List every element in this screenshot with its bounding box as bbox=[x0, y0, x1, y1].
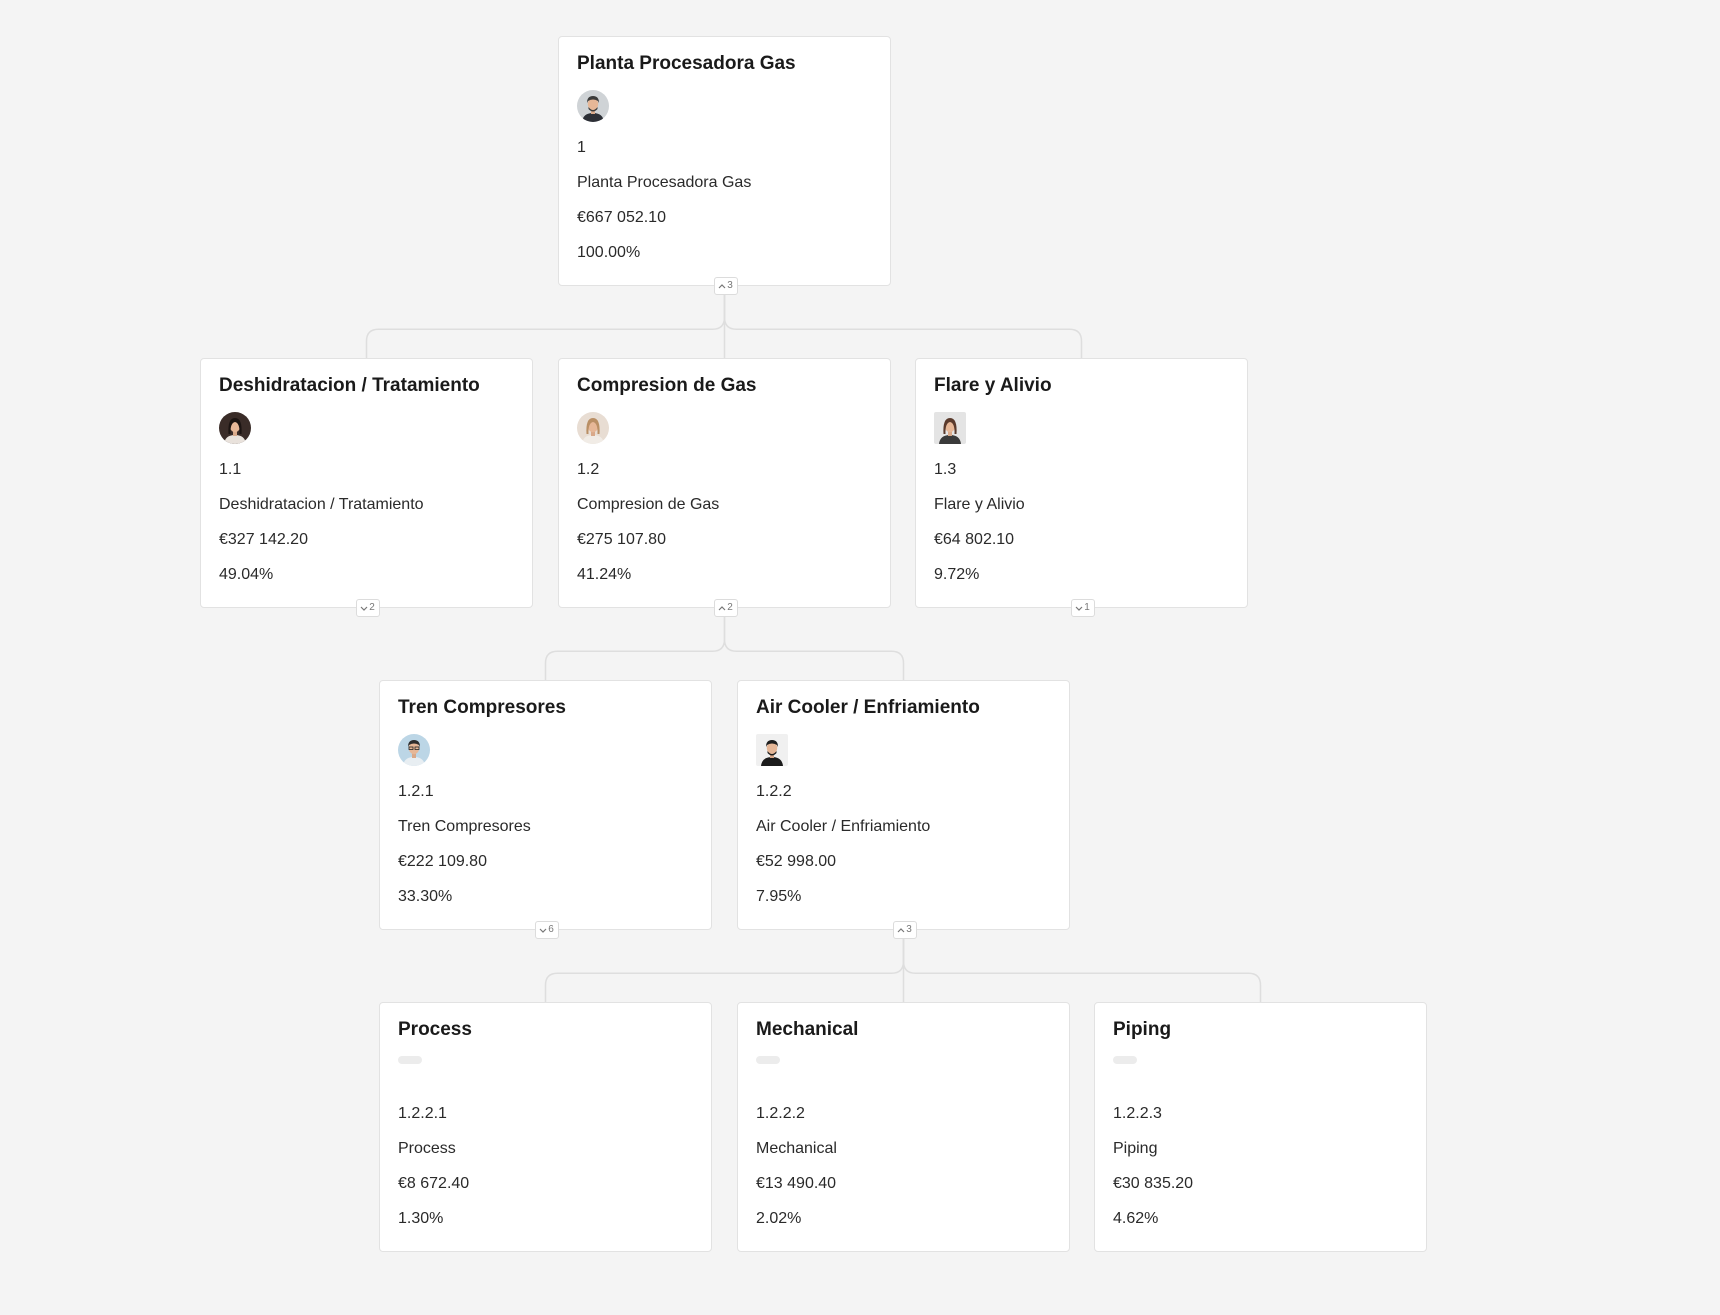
expand-collapse-toggle[interactable]: 3 bbox=[892, 921, 917, 939]
connector-line bbox=[365, 286, 726, 358]
node-code: 1.1 bbox=[219, 461, 242, 478]
node-percent: 1.30% bbox=[398, 1210, 444, 1227]
chevron-up-icon bbox=[718, 605, 726, 612]
node-title: Deshidratacion / Tratamiento bbox=[219, 375, 480, 396]
avatar bbox=[577, 412, 609, 444]
node-amount: €275 107.80 bbox=[577, 531, 666, 548]
node-name: Tren Compresores bbox=[398, 818, 531, 835]
node-percent: 49.04% bbox=[219, 566, 274, 583]
node-card[interactable]: Tren Compresores 1.2.1 Tren Compresores €22… bbox=[379, 680, 712, 939]
children-count: 1 bbox=[1084, 602, 1090, 613]
node-name: Air Cooler / Enfriamiento bbox=[756, 818, 931, 835]
node-code: 1.2.2 bbox=[756, 783, 792, 800]
node-code: 1.2.2.1 bbox=[398, 1105, 447, 1122]
node-card[interactable]: Deshidratacion / Tratamiento 1.1 Deshidrat… bbox=[200, 358, 533, 617]
node-title: Process bbox=[398, 1019, 472, 1040]
node-code: 1.2.2.3 bbox=[1113, 1105, 1162, 1122]
avatar-container bbox=[934, 412, 1229, 446]
node-title: Tren Compresores bbox=[398, 697, 566, 718]
node-name: Mechanical bbox=[756, 1140, 837, 1157]
connector-line bbox=[723, 286, 1083, 358]
node-title: Piping bbox=[1113, 1019, 1172, 1040]
avatar bbox=[934, 412, 966, 444]
node-amount: €8 672.40 bbox=[398, 1175, 470, 1192]
chevron-up-icon bbox=[897, 927, 905, 934]
connector-line bbox=[544, 608, 726, 680]
node-amount: €30 835.20 bbox=[1113, 1175, 1194, 1192]
node-name: Deshidratacion / Tratamiento bbox=[219, 496, 424, 513]
node-title: Air Cooler / Enfriamiento bbox=[756, 697, 980, 718]
avatar-container bbox=[398, 1056, 693, 1090]
org-chart-canvas: Planta Procesadora Gas 1 Planta Procesador… bbox=[0, 0, 1720, 1315]
connector-line bbox=[544, 930, 905, 1002]
avatar bbox=[398, 734, 430, 766]
node-amount: €327 142.20 bbox=[219, 531, 308, 548]
expand-collapse-toggle[interactable]: 2 bbox=[713, 599, 738, 617]
avatar-placeholder bbox=[398, 1056, 422, 1064]
avatar-container bbox=[577, 90, 872, 124]
node-percent: 100.00% bbox=[577, 244, 641, 261]
chevron-up-icon bbox=[718, 283, 726, 290]
node-amount: €52 998.00 bbox=[756, 853, 837, 870]
avatar-placeholder bbox=[1113, 1056, 1137, 1064]
node-code: 1.2.2.2 bbox=[756, 1105, 805, 1122]
avatar-container bbox=[756, 734, 1051, 768]
expand-collapse-toggle[interactable]: 1 bbox=[1070, 599, 1095, 617]
node-percent: 41.24% bbox=[577, 566, 632, 583]
expand-collapse-toggle[interactable]: 2 bbox=[355, 599, 380, 617]
node-percent: 7.95% bbox=[756, 888, 802, 905]
children-count: 3 bbox=[727, 280, 733, 291]
node-code: 1.3 bbox=[934, 461, 957, 478]
node-amount: €64 802.10 bbox=[934, 531, 1015, 548]
expand-collapse-toggle[interactable]: 6 bbox=[534, 921, 559, 939]
children-count: 3 bbox=[906, 924, 912, 935]
node-amount: €13 490.40 bbox=[756, 1175, 837, 1192]
chevron-down-icon bbox=[539, 927, 547, 934]
node-percent: 2.02% bbox=[756, 1210, 802, 1227]
node-code: 1.2.1 bbox=[398, 783, 434, 800]
chevron-down-icon bbox=[1075, 605, 1083, 612]
node-title: Flare y Alivio bbox=[934, 375, 1052, 396]
children-count: 2 bbox=[727, 602, 733, 613]
node-name: Flare y Alivio bbox=[934, 496, 1025, 513]
avatar-container bbox=[398, 734, 693, 768]
node-name: Process bbox=[398, 1140, 456, 1157]
node-percent: 9.72% bbox=[934, 566, 980, 583]
node-percent: 4.62% bbox=[1113, 1210, 1159, 1227]
avatar bbox=[577, 90, 609, 122]
avatar-container bbox=[219, 412, 514, 446]
node-percent: 33.30% bbox=[398, 888, 453, 905]
node-amount: €667 052.10 bbox=[577, 209, 666, 226]
node-name: Compresion de Gas bbox=[577, 496, 720, 513]
avatar-placeholder bbox=[756, 1056, 780, 1064]
node-code: 1 bbox=[577, 139, 586, 156]
children-count: 6 bbox=[548, 924, 554, 935]
node-card[interactable]: Mechanical 1.2.2.2 Mechanical €13 490.40 2.0… bbox=[737, 1002, 1070, 1252]
node-title: Mechanical bbox=[756, 1019, 859, 1040]
node-name: Piping bbox=[1113, 1140, 1158, 1157]
node-name: Planta Procesadora Gas bbox=[577, 174, 752, 191]
chevron-down-icon bbox=[360, 605, 368, 612]
node-amount: €222 109.80 bbox=[398, 853, 487, 870]
avatar-container bbox=[1113, 1056, 1408, 1090]
expand-collapse-toggle[interactable]: 3 bbox=[713, 277, 738, 295]
connector-line bbox=[723, 608, 905, 680]
avatar-container bbox=[756, 1056, 1051, 1090]
node-title: Planta Procesadora Gas bbox=[577, 53, 796, 74]
children-count: 2 bbox=[369, 602, 375, 613]
avatar-container bbox=[577, 412, 872, 446]
node-card[interactable]: Piping 1.2.2.3 Piping €30 835.20 4.62% bbox=[1094, 1002, 1427, 1252]
node-card[interactable]: Air Cooler / Enfriamiento 1.2.2 Air Cooler… bbox=[737, 680, 1070, 939]
avatar bbox=[756, 734, 788, 766]
node-code: 1.2 bbox=[577, 461, 600, 478]
node-title: Compresion de Gas bbox=[577, 375, 757, 396]
node-card[interactable]: Process 1.2.2.1 Process €8 672.40 1.30% bbox=[379, 1002, 712, 1252]
node-card[interactable]: Flare y Alivio 1.3 Flare y Alivio €64 802.1… bbox=[915, 358, 1248, 617]
node-card[interactable]: Planta Procesadora Gas 1 Planta Procesador… bbox=[558, 36, 891, 295]
connector-line bbox=[902, 930, 1262, 1002]
node-card[interactable]: Compresion de Gas 1.2 Compresion de Gas €27… bbox=[558, 358, 891, 617]
avatar bbox=[219, 412, 251, 444]
